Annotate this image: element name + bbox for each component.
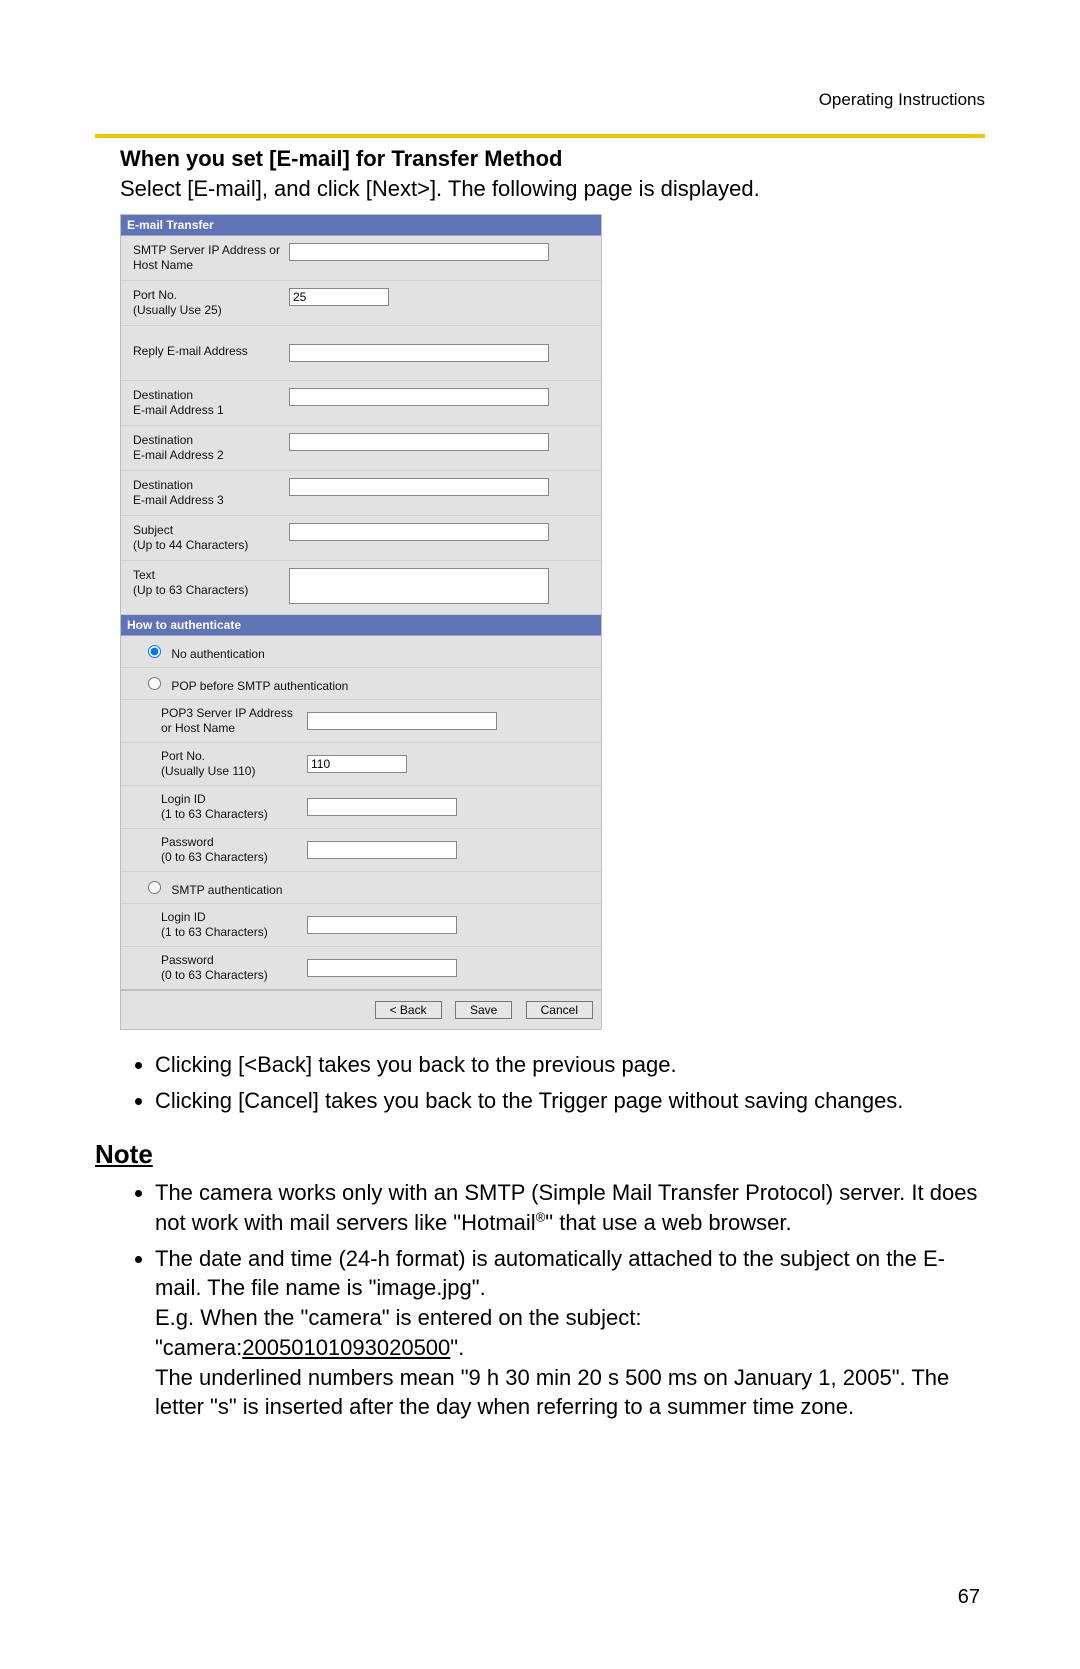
pop-login-input[interactable] [307,798,457,816]
note-2c-underlined: 20050101093020500 [242,1335,450,1360]
note-2: The date and time (24-h format) is autom… [155,1244,985,1422]
page-number: 67 [958,1586,980,1609]
note-2c-pre: "camera: [155,1335,242,1360]
smtp-label: SMTP Server IP Address or Host Name [133,243,289,273]
row-port: Port No. (Usually Use 25) [121,281,601,326]
radio-no-auth[interactable] [148,645,161,658]
subject-label: Subject (Up to 44 Characters) [133,523,289,553]
note-2d: The underlined numbers mean "9 h 30 min … [155,1365,949,1420]
smtp-login-label: Login ID (1 to 63 Characters) [161,910,307,940]
bullet-cancel: Clicking [Cancel] takes you back to the … [155,1086,985,1116]
row-text: Text (Up to 63 Characters) [121,561,601,615]
note-2b: E.g. When the "camera" is entered on the… [155,1305,641,1330]
pop3-port-label: Port No. (Usually Use 110) [161,749,307,779]
email-transfer-panel: E-mail Transfer SMTP Server IP Address o… [120,214,602,1030]
section-heading: When you set [E-mail] for Transfer Metho… [120,146,985,172]
note-2c-post: ". [450,1335,464,1360]
dest2-input[interactable] [289,433,549,451]
note-heading: Note [95,1139,985,1170]
dest1-input[interactable] [289,388,549,406]
pop-login-label: Login ID (1 to 63 Characters) [161,792,307,822]
pop-pass-input[interactable] [307,841,457,859]
reply-label: Reply E-mail Address [133,344,289,359]
row-pop-pass: Password (0 to 63 Characters) [121,829,601,872]
smtp-input[interactable] [289,243,549,261]
row-dest1: Destination E-mail Address 1 [121,381,601,426]
row-pop3-host: POP3 Server IP Address or Host Name [121,700,601,743]
row-dest2: Destination E-mail Address 2 [121,426,601,471]
note-1: The camera works only with an SMTP (Simp… [155,1178,985,1237]
note-bullets: The camera works only with an SMTP (Simp… [155,1178,985,1422]
note-2a: The date and time (24-h format) is autom… [155,1246,945,1301]
radio-row-smtp: SMTP authentication [121,872,601,904]
row-smtp: SMTP Server IP Address or Host Name [121,236,601,281]
registered-icon: ® [536,1210,546,1225]
radio-smtp-auth-label: SMTP authentication [171,883,282,897]
reply-input[interactable] [289,344,549,362]
smtp-pass-input[interactable] [307,959,457,977]
row-subject: Subject (Up to 44 Characters) [121,516,601,561]
dest1-label: Destination E-mail Address 1 [133,388,289,418]
subject-input[interactable] [289,523,549,541]
radio-pop-before-smtp[interactable] [148,677,161,690]
text-label: Text (Up to 63 Characters) [133,568,289,598]
smtp-pass-label: Password (0 to 63 Characters) [161,953,307,983]
text-input[interactable] [289,568,549,604]
note-1b: " that use a web browser. [545,1210,791,1235]
pop3-host-input[interactable] [307,712,497,730]
pop-pass-label: Password (0 to 63 Characters) [161,835,307,865]
row-smtp-login: Login ID (1 to 63 Characters) [121,904,601,947]
bullet-back: Clicking [<Back] takes you back to the p… [155,1050,985,1080]
row-dest3: Destination E-mail Address 3 [121,471,601,516]
radio-smtp-auth[interactable] [148,881,161,894]
dest3-input[interactable] [289,478,549,496]
row-reply: Reply E-mail Address [121,326,601,381]
row-smtp-pass: Password (0 to 63 Characters) [121,947,601,989]
back-button[interactable]: < Back [375,1001,442,1019]
row-pop-login: Login ID (1 to 63 Characters) [121,786,601,829]
top-rule [95,134,985,138]
cancel-button[interactable]: Cancel [526,1001,593,1019]
port-input[interactable] [289,288,389,306]
pop3-host-label: POP3 Server IP Address or Host Name [161,706,307,736]
button-bar: < Back Save Cancel [121,989,601,1029]
intro-text: Select [E-mail], and click [Next>]. The … [120,176,985,202]
radio-no-auth-label: No authentication [171,647,264,661]
pop3-port-input[interactable] [307,755,407,773]
smtp-login-input[interactable] [307,916,457,934]
row-pop3-port: Port No. (Usually Use 110) [121,743,601,786]
save-button[interactable]: Save [455,1001,512,1019]
radio-pop-label: POP before SMTP authentication [171,679,348,693]
action-bullets: Clicking [<Back] takes you back to the p… [155,1050,985,1115]
port-label: Port No. (Usually Use 25) [133,288,289,318]
section-title-auth: How to authenticate [121,615,601,636]
page-header-right: Operating Instructions [95,90,985,110]
document-page: Operating Instructions When you set [E-m… [0,0,1080,1669]
radio-row-pop: POP before SMTP authentication [121,668,601,700]
radio-row-none: No authentication [121,636,601,668]
dest2-label: Destination E-mail Address 2 [133,433,289,463]
section-title-email: E-mail Transfer [121,215,601,236]
dest3-label: Destination E-mail Address 3 [133,478,289,508]
